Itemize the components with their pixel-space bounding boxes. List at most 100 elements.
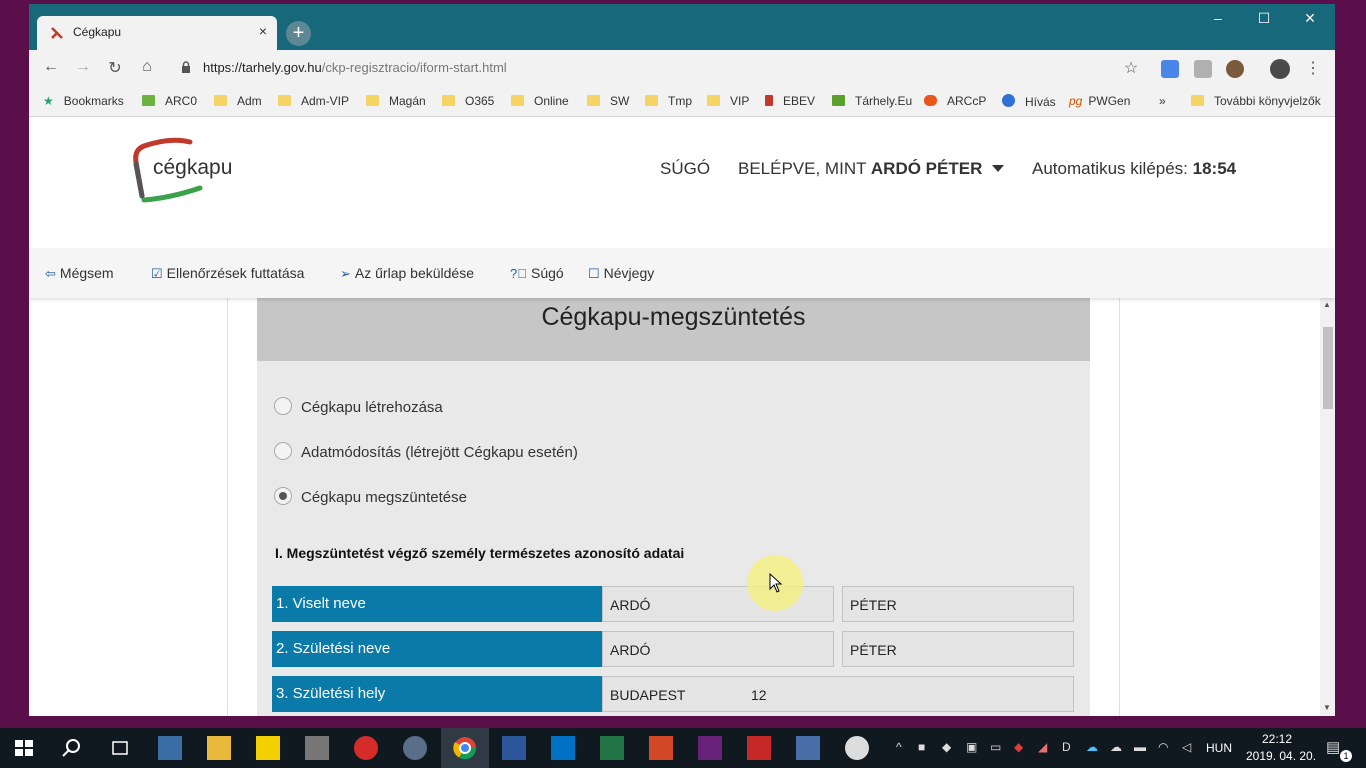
bookmarks-star-icon: ★ — [43, 94, 54, 108]
onedrive-icon[interactable]: ☁ — [1086, 740, 1098, 754]
birth-place-field[interactable]: BUDAPEST 12 — [602, 676, 1074, 712]
forward-button[interactable]: → — [73, 58, 93, 76]
tray-red-icon[interactable]: ◆ — [1014, 740, 1023, 754]
address-bar[interactable]: https://tarhely.gov.hu/ckp-regisztracio/… — [203, 60, 507, 75]
photos-app-icon[interactable] — [845, 736, 869, 760]
bookmark-o365[interactable]: O365 — [442, 94, 494, 108]
notifications-icon[interactable]: ▤ — [1326, 738, 1340, 756]
scroll-thumb[interactable] — [1323, 327, 1333, 409]
reload-button[interactable]: ↻ — [105, 58, 125, 78]
maximize-button[interactable]: ☐ — [1241, 10, 1287, 27]
bookmark-magan[interactable]: Magán — [366, 94, 426, 108]
close-window-button[interactable]: ✕ — [1287, 10, 1333, 27]
cookie-extension-icon[interactable] — [1226, 60, 1244, 78]
logged-in-menu[interactable]: BELÉPVE, MINT ARDÓ PÉTER — [738, 159, 982, 179]
bookmark-arccp[interactable]: ARCcP — [924, 94, 986, 108]
tray-d-icon[interactable]: D — [1062, 740, 1071, 754]
chrome-icon[interactable] — [453, 736, 477, 760]
tray-expand-icon[interactable]: ^ — [896, 740, 902, 754]
wifi-icon[interactable]: ◠ — [1158, 740, 1168, 754]
radio-button-selected[interactable] — [274, 487, 292, 505]
birth-place-district: 12 — [751, 687, 767, 703]
page-scrollbar[interactable]: ▲ ▼ — [1320, 298, 1335, 716]
visual-studio-icon[interactable] — [698, 736, 722, 760]
check-square-icon: ☑ — [151, 266, 163, 281]
powerpoint-icon[interactable] — [649, 736, 673, 760]
radio-button[interactable] — [274, 397, 292, 415]
clock-date[interactable]: 2019. 04. 20. — [1246, 749, 1316, 763]
folder-icon — [707, 95, 720, 106]
bookmark-bookmarks[interactable]: ★ Bookmarks — [43, 94, 124, 108]
translate-extension-icon[interactable] — [1161, 60, 1179, 78]
birth-given-name-field[interactable]: PÉTER — [842, 631, 1074, 667]
radio-option-create[interactable]: Cégkapu létrehozása — [274, 397, 443, 416]
excel-icon[interactable] — [600, 736, 624, 760]
bookmark-adm[interactable]: Adm — [214, 94, 262, 108]
lock-app-icon[interactable] — [403, 736, 427, 760]
task-view-icon[interactable] — [108, 736, 132, 760]
bookmark-tarhely-eu[interactable]: Tárhely.Eu — [832, 94, 912, 108]
minimize-button[interactable]: – — [1195, 10, 1241, 26]
bookmark-online[interactable]: Online — [511, 94, 569, 108]
bookmark-arc0[interactable]: ARC0 — [142, 94, 197, 108]
current-given-name-field[interactable]: PÉTER — [842, 586, 1074, 622]
submit-form-button[interactable]: ➢ Az űrlap beküldése — [340, 265, 474, 282]
header-help-link[interactable]: SÚGÓ — [660, 159, 710, 179]
windows-start-icon[interactable] — [12, 736, 36, 760]
bookmark-tmp[interactable]: Tmp — [645, 94, 692, 108]
bug-app-icon[interactable] — [354, 736, 378, 760]
tray-monitor-icon[interactable]: ▭ — [990, 740, 1001, 754]
bookmark-vip[interactable]: VIP — [707, 94, 749, 108]
home-button[interactable]: ⌂ — [137, 58, 157, 76]
bookmark-ebev[interactable]: EBEV — [765, 94, 815, 108]
back-button[interactable]: ← — [41, 58, 61, 76]
new-tab-button[interactable]: + — [286, 21, 311, 46]
run-checks-button[interactable]: ☑ Ellenőrzések futtatása — [151, 265, 304, 282]
volume-icon[interactable]: ◁ — [1182, 740, 1191, 754]
save-app-icon[interactable] — [158, 736, 182, 760]
page-content: cégkapu SÚGÓ BELÉPVE, MINT ARDÓ PÉTER Au… — [29, 118, 1335, 716]
browser-menu-icon[interactable]: ⋮ — [1303, 58, 1323, 78]
birth-surname-field[interactable]: ARDÓ — [602, 631, 834, 667]
bookmark-other-bookmarks[interactable]: További könyvjelzők — [1191, 94, 1321, 108]
remote-desktop-icon[interactable] — [796, 736, 820, 760]
browser-tab[interactable]: Cégkapu × — [37, 16, 277, 50]
radio-option-terminate[interactable]: Cégkapu megszüntetése — [274, 487, 467, 506]
outlook-icon[interactable] — [551, 736, 575, 760]
radio-button[interactable] — [274, 442, 292, 460]
bookmarks-overflow-button[interactable]: » — [1159, 94, 1166, 108]
battery-icon[interactable]: ▬ — [1134, 740, 1146, 754]
clock-time[interactable]: 22:12 — [1262, 732, 1292, 746]
tray-shield-icon[interactable]: ◆ — [942, 740, 951, 754]
arccp-icon — [924, 95, 937, 106]
word-icon[interactable] — [502, 736, 526, 760]
sticky-notes-icon[interactable] — [256, 736, 280, 760]
tray-app-icon[interactable]: ■ — [918, 740, 925, 754]
tray-pen-icon[interactable]: ◢ — [1038, 740, 1047, 754]
js-extension-icon[interactable] — [1194, 60, 1212, 78]
pwgen-icon: pg — [1069, 94, 1083, 108]
user-menu-caret-icon[interactable] — [992, 165, 1004, 172]
tab-close-icon[interactable]: × — [259, 23, 267, 39]
language-indicator[interactable]: HUN — [1206, 741, 1232, 755]
file-explorer-icon[interactable] — [207, 736, 231, 760]
bookmark-star-icon[interactable]: ☆ — [1121, 58, 1141, 78]
radio-option-modify[interactable]: Adatmódosítás (létrejött Cégkapu esetén) — [274, 442, 578, 461]
bookmark-hivas[interactable]: Hívás — [1002, 94, 1056, 109]
profile-avatar[interactable] — [1270, 59, 1290, 79]
bookmarks-bar: ★ Bookmarks ARC0 Adm Adm-VIP Magán O365 O… — [29, 87, 1335, 117]
tray-network-icon[interactable]: ▣ — [966, 740, 977, 754]
bookmark-sw[interactable]: SW — [587, 94, 629, 108]
about-button[interactable]: ☐ Névjegy — [588, 265, 654, 282]
onedrive-personal-icon[interactable]: ☁ — [1110, 740, 1122, 754]
cancel-button[interactable]: ⇦ Mégsem — [45, 265, 114, 282]
bookmark-pwgen[interactable]: pg PWGen — [1069, 94, 1130, 108]
calculator-icon[interactable] — [305, 736, 329, 760]
sign-out-icon: ⇦ — [45, 266, 56, 281]
search-icon[interactable] — [60, 736, 84, 760]
help-button[interactable]: ?⃝ Súgó — [510, 265, 564, 281]
bookmark-adm-vip[interactable]: Adm-VIP — [278, 94, 349, 108]
todo-icon[interactable] — [747, 736, 771, 760]
scroll-down-icon[interactable]: ▼ — [1323, 703, 1331, 712]
scroll-up-icon[interactable]: ▲ — [1323, 300, 1331, 309]
